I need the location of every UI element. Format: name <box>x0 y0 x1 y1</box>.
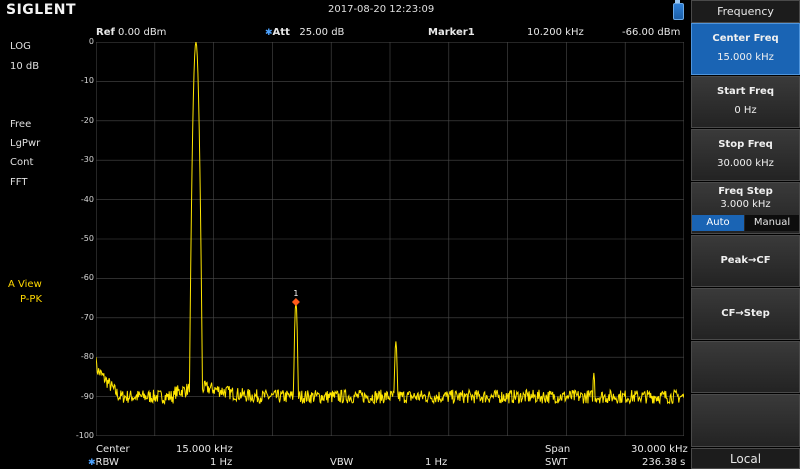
y-tick-label: -60 <box>80 273 94 283</box>
rbw-label: ✱RBW <box>88 457 119 468</box>
local-button[interactable]: Local <box>691 448 800 469</box>
marker-number: 1 <box>293 289 298 298</box>
y-tick-label: -100 <box>75 431 94 440</box>
marker-frequency: 10.200 kHz <box>527 27 584 38</box>
y-tick-label: -10 <box>80 76 94 86</box>
vbw-label: VBW <box>330 457 354 468</box>
y-tick-label: -20 <box>80 115 94 125</box>
asterisk-icon: ✱ <box>265 28 273 38</box>
spectrum-plot[interactable]: 1 <box>96 42 684 436</box>
y-tick-label: -70 <box>80 312 94 322</box>
y-tick-label: -40 <box>80 194 94 204</box>
y-tick-label: 0 <box>88 37 94 46</box>
swt-value[interactable]: 236.38 s <box>642 457 685 468</box>
center-value[interactable]: 15.000 kHz <box>176 444 233 455</box>
trace-view[interactable]: A View <box>8 279 42 290</box>
scale-type[interactable]: LOG <box>10 41 31 52</box>
start-freq-key[interactable]: Start Freq 0 Hz <box>691 76 800 128</box>
trace-detector: P-PK <box>20 294 43 305</box>
peak-to-cf-key[interactable]: Peak→CF <box>691 235 800 287</box>
center-label: Center <box>96 444 130 455</box>
analysis-mode: FFT <box>10 177 28 188</box>
y-tick-label: -30 <box>80 155 94 165</box>
marker-1: 1 <box>291 289 300 307</box>
ref-level[interactable]: Ref 0.00 dBm <box>96 27 166 38</box>
datetime: 2017-08-20 12:23:09 <box>328 4 435 15</box>
swt-label: SWT <box>545 457 568 468</box>
y-tick-label: -90 <box>80 391 94 401</box>
marker-diamond <box>291 298 300 307</box>
freq-step-manual[interactable]: Manual <box>745 215 799 231</box>
empty-key-7[interactable] <box>691 341 800 393</box>
y-tick-label: -50 <box>80 234 94 243</box>
vbw-value[interactable]: 1 Hz <box>425 457 447 468</box>
empty-key-8[interactable] <box>691 394 800 447</box>
rbw-value[interactable]: 1 Hz <box>210 457 232 468</box>
menu-title: Frequency <box>691 0 800 23</box>
span-value[interactable]: 30.000 kHz <box>631 444 688 455</box>
detector-mode: LgPwr <box>10 138 41 149</box>
y-tick-label: -80 <box>80 352 94 362</box>
softkey-panel: Frequency Center Freq 15.000 kHz Start F… <box>691 0 800 469</box>
brand-logo: SIGLENT <box>6 2 77 18</box>
marker-label: Marker1 <box>428 27 475 38</box>
span-label: Span <box>545 444 571 455</box>
asterisk-icon: ✱ <box>88 458 96 468</box>
freq-step-auto[interactable]: Auto <box>692 215 744 231</box>
scale-div[interactable]: 10 dB <box>10 61 39 72</box>
center-freq-key[interactable]: Center Freq 15.000 kHz <box>691 23 800 75</box>
sweep-mode: Cont <box>10 157 34 168</box>
cf-to-step-key[interactable]: CF→Step <box>691 288 800 340</box>
usb-icon <box>673 3 684 20</box>
plot-grid <box>96 42 684 436</box>
trigger-mode: Free <box>10 119 32 130</box>
attenuation[interactable]: ✱Att 25.00 dB <box>265 27 344 38</box>
stop-freq-key[interactable]: Stop Freq 30.000 kHz <box>691 129 800 181</box>
marker-level: -66.00 dBm <box>622 27 681 38</box>
